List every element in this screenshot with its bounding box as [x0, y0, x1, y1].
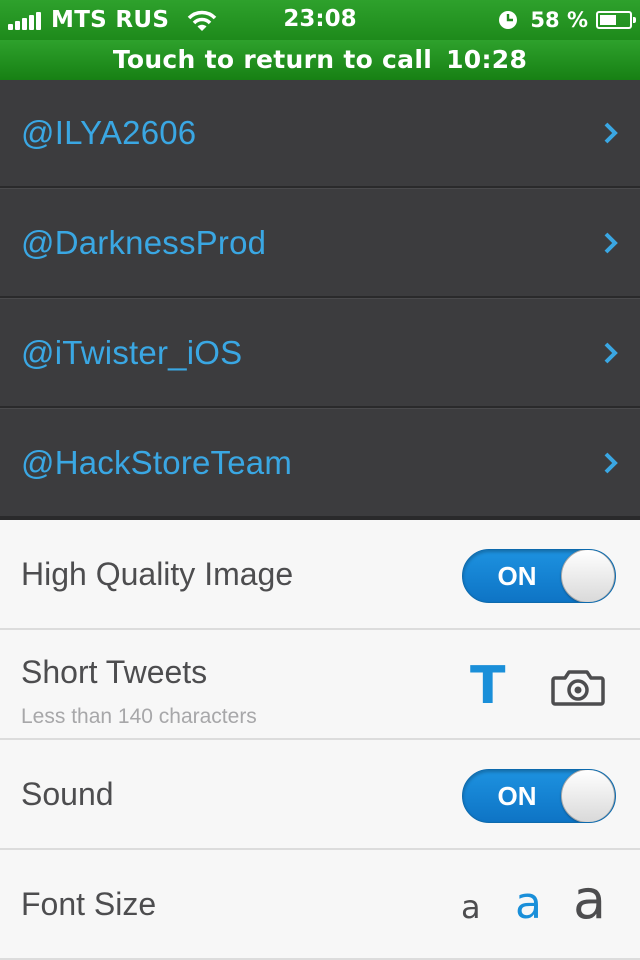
setting-short-tweets: Short Tweets Less than 140 characters T	[0, 630, 640, 740]
toggle-state: ON	[497, 561, 537, 591]
status-right: 58 %	[498, 6, 636, 34]
account-handle: @HackStoreTeam	[21, 443, 293, 481]
setting-label: High Quality Image	[21, 555, 294, 592]
account-row-hackstoreteam[interactable]: @HackStoreTeam	[0, 408, 640, 518]
accounts-list: @ILYA2606 @DarknessProd @iTwister_iOS @H…	[0, 80, 640, 518]
account-handle: @DarknessProd	[21, 223, 267, 261]
call-banner-text: Touch to return to call	[112, 45, 433, 74]
high-quality-toggle[interactable]: ON	[462, 549, 616, 603]
setting-label: Font Size	[21, 885, 157, 922]
font-size-large-option[interactable]: a	[573, 868, 606, 931]
font-size-small-option[interactable]: a	[461, 888, 481, 926]
chevron-right-icon	[604, 122, 618, 144]
account-handle: @iTwister_iOS	[21, 333, 243, 371]
account-row-itwister-ios[interactable]: @iTwister_iOS	[0, 298, 640, 408]
toggle-knob	[561, 770, 615, 822]
text-mode-button[interactable]: T	[470, 656, 505, 716]
chevron-right-icon	[604, 232, 618, 253]
setting-label: Sound	[21, 775, 114, 812]
setting-font-size: Font Size a a a	[0, 850, 640, 960]
sound-toggle[interactable]: ON	[462, 769, 616, 823]
battery-icon	[596, 11, 636, 29]
clock-icon	[499, 11, 518, 29]
setting-label: Short Tweets	[21, 654, 208, 690]
call-timer: 10:28	[446, 45, 528, 74]
screen: MTS RUS 23:08 58 % Touch to return to ca…	[0, 0, 640, 960]
settings-list: High Quality Image ON Short Tweets Less …	[0, 518, 640, 960]
account-row-darknessprod[interactable]: @DarknessProd	[0, 188, 640, 298]
chevron-right-icon	[604, 452, 618, 473]
toggle-state: ON	[497, 781, 537, 811]
camera-icon[interactable]	[551, 670, 605, 706]
account-row-ilya2606[interactable]: @ILYA2606	[0, 80, 640, 188]
battery-percent: 58 %	[530, 8, 588, 32]
account-handle: @ILYA2606	[21, 114, 197, 151]
setting-sublabel: Less than 140 characters	[21, 705, 257, 728]
font-size-medium-option[interactable]: a	[515, 878, 542, 929]
status-bar: MTS RUS 23:08 58 %	[0, 0, 640, 40]
return-to-call-banner[interactable]: Touch to return to call 10:28	[0, 40, 640, 80]
toggle-knob	[561, 550, 615, 602]
chevron-right-icon	[604, 342, 618, 363]
battery-level	[600, 15, 616, 25]
setting-sound: Sound ON	[0, 740, 640, 850]
setting-high-quality-image: High Quality Image ON	[0, 520, 640, 630]
